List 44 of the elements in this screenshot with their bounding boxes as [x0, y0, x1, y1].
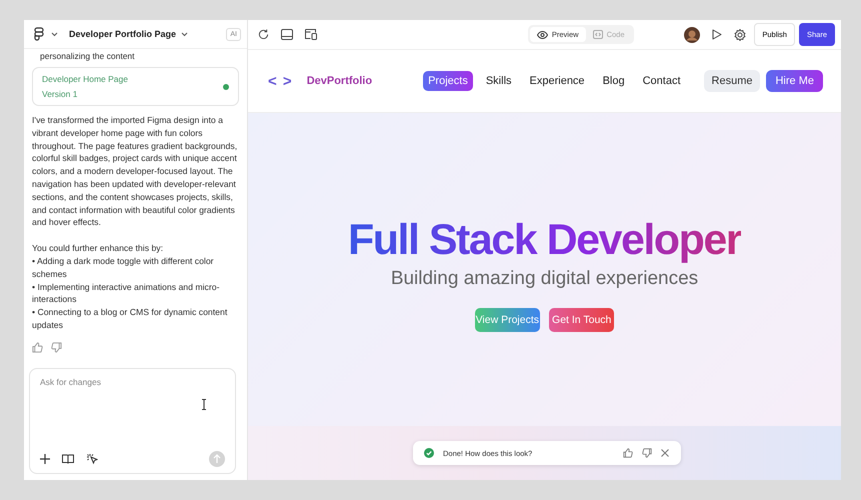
- brand-name[interactable]: DevPortfolio: [306, 75, 372, 87]
- figma-logo-icon[interactable]: [32, 27, 46, 41]
- thumbs-up-icon[interactable]: [32, 342, 43, 353]
- cta-button[interactable]: Get In Touch: [549, 308, 614, 332]
- version-title: Developer Home Page: [42, 74, 129, 84]
- thumbs-down-icon[interactable]: [51, 342, 62, 353]
- message-text: • Connecting to a blog or CMS for dynamic content updates: [32, 306, 228, 332]
- logo-mark[interactable]: < >: [268, 72, 293, 90]
- play-icon[interactable]: [712, 29, 722, 40]
- cursor-select-icon[interactable]: [86, 453, 98, 465]
- chevron-down-icon[interactable]: [51, 32, 58, 36]
- nav-link[interactable]: Projects: [423, 71, 473, 91]
- hire-me-button[interactable]: Hire Me: [766, 70, 823, 92]
- nav-link[interactable]: Contact: [638, 71, 686, 91]
- code-icon: [592, 30, 603, 39]
- version-label: Version 1: [42, 89, 78, 99]
- thumbs-down-icon[interactable]: [642, 448, 652, 458]
- plus-icon[interactable]: [40, 454, 50, 464]
- resume-button[interactable]: Resume: [704, 70, 760, 92]
- chevron-down-icon[interactable]: [181, 32, 188, 36]
- hero-subtitle: Building amazing digital experiences: [390, 268, 698, 290]
- nav-link[interactable]: Experience: [524, 71, 590, 91]
- message-text: I've transformed the imported Figma design into a vibrant developer home page with fun colors throughout. The page features gradient backgrounds, colorful skill badges, project cards with unique accent colors, and a modern developer-focused layout. The navigation has been updated with developer-relevant sections, and the content showcases projects, skills, and contact information with beautiful color gradients and hover effects.: [32, 114, 238, 230]
- eye-icon: [536, 30, 548, 38]
- refresh-icon[interactable]: [258, 29, 269, 40]
- close-icon[interactable]: [661, 449, 669, 457]
- devices-icon[interactable]: [305, 29, 317, 40]
- status-dot: [223, 84, 229, 90]
- version-card[interactable]: Developer Home Page Version 1: [32, 67, 239, 106]
- thumbs-up-icon[interactable]: [623, 448, 633, 458]
- nav-link[interactable]: Skills: [480, 71, 517, 91]
- panel-layout-icon[interactable]: [281, 29, 293, 40]
- message-text: • Implementing interactive animations and micro-interactions: [32, 280, 220, 306]
- avatar-icon[interactable]: [684, 26, 700, 42]
- chat-composer[interactable]: Ask for changes: [29, 368, 236, 474]
- nav-link[interactable]: Blog: [598, 71, 630, 91]
- check-circle-icon: [424, 448, 434, 458]
- message-text: You could further enhance this by:: [32, 242, 164, 255]
- book-icon[interactable]: [62, 454, 74, 464]
- text-cursor-icon: [201, 399, 207, 410]
- message-text: personalizing the content: [39, 51, 136, 61]
- project-title[interactable]: Developer Portfolio Page: [69, 29, 176, 39]
- message-text: • Adding a dark mode toggle with different color schemes: [32, 254, 215, 281]
- settings-icon[interactable]: [734, 28, 746, 40]
